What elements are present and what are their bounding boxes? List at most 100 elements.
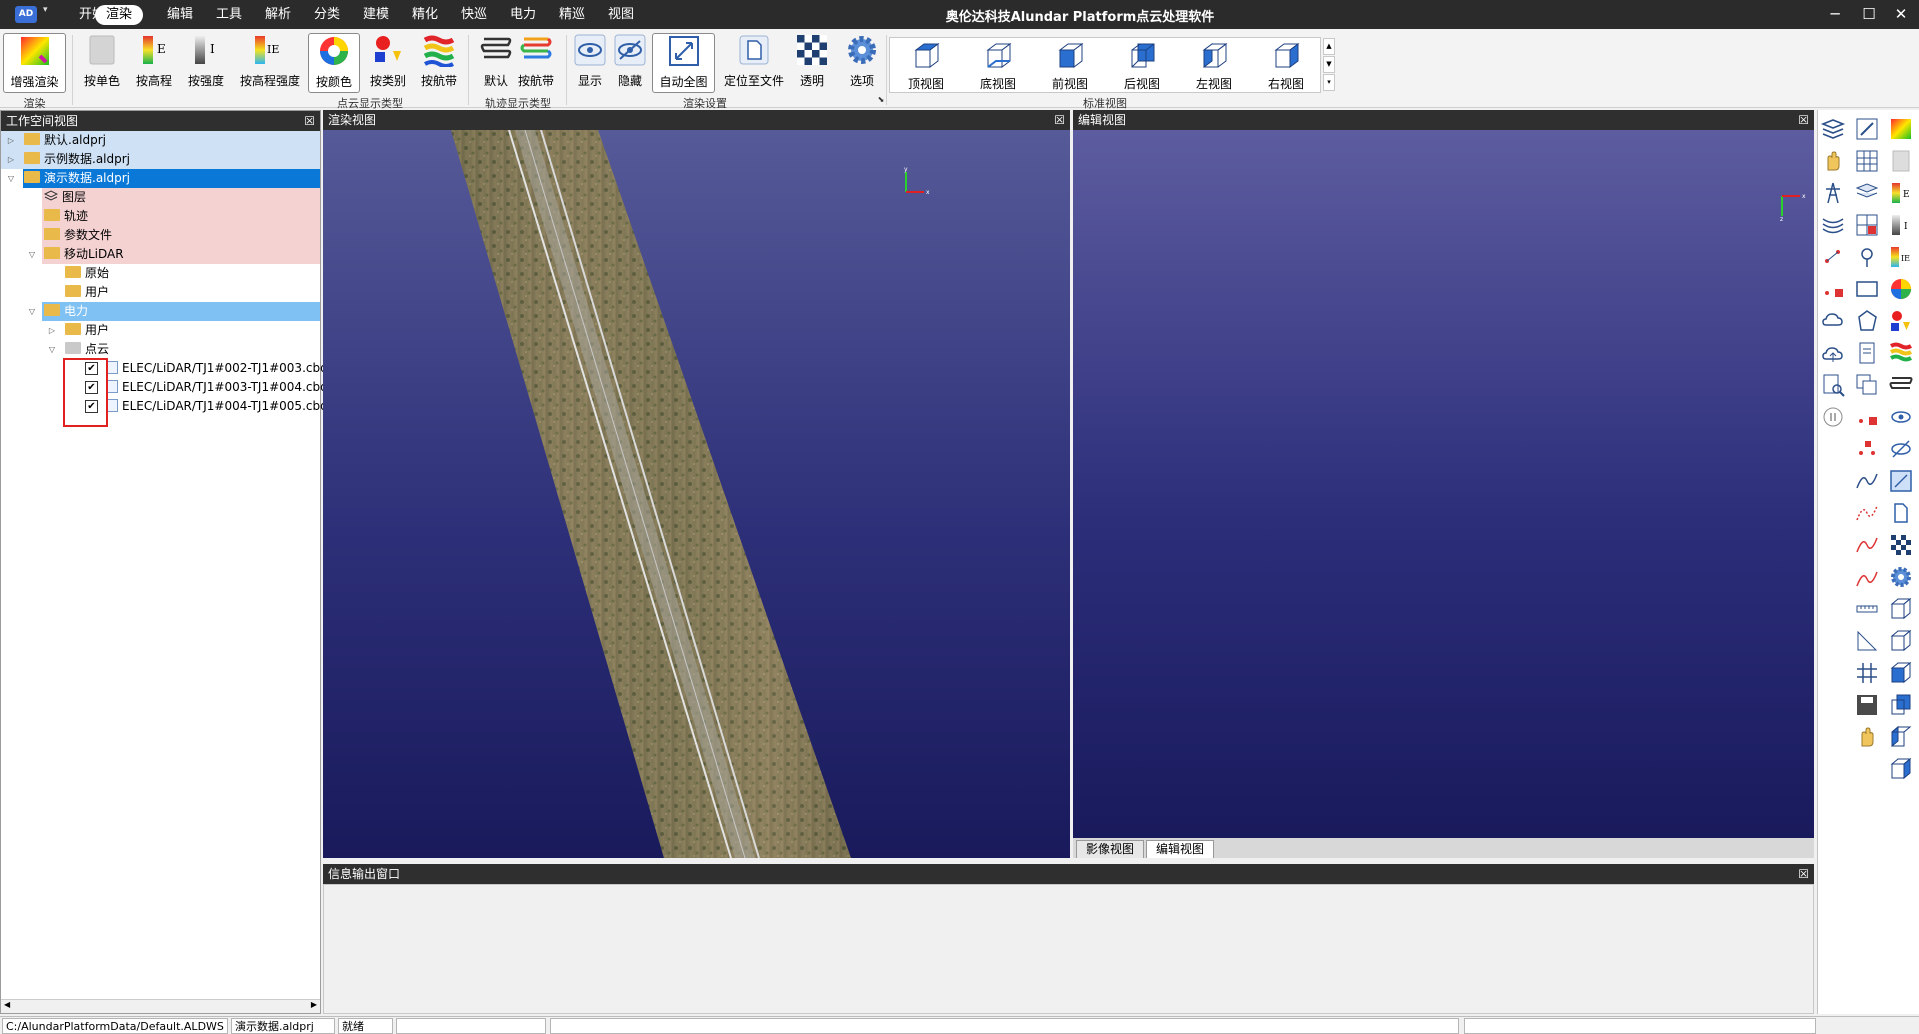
cube-bottom-icon[interactable]	[1888, 628, 1914, 654]
tree-item-file-3[interactable]: ✔ ELEC/LiDAR/TJ1#004-TJ1#005.cbd	[1, 397, 328, 416]
enhance-render-icon[interactable]	[1888, 116, 1914, 142]
scroll-right-icon[interactable]: ▶	[311, 1000, 317, 1009]
hand-icon[interactable]	[1854, 724, 1880, 750]
info-output-close-icon[interactable]: ☒	[1798, 864, 1809, 884]
close-icon[interactable]: ✕	[1889, 4, 1913, 24]
tree-item-file-1[interactable]: ✔ ELEC/LiDAR/TJ1#002-TJ1#003.cbd	[1, 359, 328, 378]
gallery-expand-icon[interactable]: ▾	[1323, 74, 1335, 91]
maximize-icon[interactable]: ☐	[1857, 4, 1881, 24]
tree-item-file-2[interactable]: ✔ ELEC/LiDAR/TJ1#003-TJ1#004.cbd	[1, 378, 328, 397]
tree-item-user[interactable]: 用户	[65, 283, 109, 302]
eye-hidden-icon[interactable]	[1888, 436, 1914, 462]
auto-full-view-button[interactable]: 自动全图	[652, 33, 715, 93]
gallery-scroll-up-icon[interactable]: ▲	[1323, 38, 1335, 55]
checkerboard-icon[interactable]	[1888, 532, 1914, 558]
menu-tab-tools[interactable]: 工具	[206, 5, 252, 25]
curve-fit-icon[interactable]	[1854, 564, 1880, 590]
cube-back-icon[interactable]	[1888, 692, 1914, 718]
point-delete-icon[interactable]	[1820, 276, 1846, 302]
gallery-scroll-down-icon[interactable]: ▼	[1323, 56, 1335, 73]
gear-icon[interactable]	[1888, 564, 1914, 590]
intensity-gradient-icon[interactable]: I	[1888, 212, 1914, 238]
by-color-button[interactable]: 按颜色	[308, 33, 360, 93]
render-3d-viewport[interactable]: y x	[323, 130, 1070, 858]
trajectory-default-icon[interactable]	[1888, 372, 1914, 398]
page-icon[interactable]	[1854, 340, 1880, 366]
menu-tab-classify[interactable]: 分类	[304, 5, 350, 25]
by-intensity-button[interactable]: I 按强度	[182, 33, 230, 93]
by-elevation-button[interactable]: E 按高程	[130, 33, 178, 93]
pin-icon[interactable]	[1854, 244, 1880, 270]
render-view-close-icon[interactable]: ☒	[1054, 110, 1065, 130]
locate-file-icon[interactable]	[1888, 500, 1914, 526]
tree-item-layers[interactable]: 图层	[42, 188, 320, 207]
app-logo-icon[interactable]: AD	[15, 6, 37, 23]
zoom-extent-icon[interactable]	[1888, 468, 1914, 494]
elevation-intensity-icon[interactable]: IE	[1888, 244, 1914, 270]
stack-icon[interactable]	[1854, 180, 1880, 206]
single-color-icon[interactable]	[1888, 148, 1914, 174]
cube-left-icon[interactable]	[1888, 724, 1914, 750]
tree-item-project-default[interactable]: ▷ 默认.aldprj	[1, 131, 320, 150]
by-class-button[interactable]: 按类别	[364, 33, 412, 93]
right-view-button[interactable]: 右视图	[1252, 41, 1320, 93]
top-view-button[interactable]: 顶视图	[892, 41, 960, 93]
by-elevation-intensity-button[interactable]: IE 按高程强度	[240, 33, 300, 93]
curve-edit-icon[interactable]	[1854, 532, 1880, 558]
tower-icon[interactable]	[1820, 180, 1846, 206]
quick-access-dropdown-icon[interactable]: ▾	[43, 5, 48, 15]
tree-item-raw[interactable]: 原始	[65, 264, 109, 283]
strip-waves-icon[interactable]	[1888, 340, 1914, 366]
menu-tab-quick-patrol[interactable]: 快巡	[451, 5, 497, 25]
eye-icon[interactable]	[1888, 404, 1914, 430]
curve-points-icon[interactable]	[1854, 500, 1880, 526]
menu-tab-power[interactable]: 电力	[500, 5, 546, 25]
transparent-button[interactable]: 透明	[790, 33, 834, 93]
trajectory-by-strip-button[interactable]: 按航带	[512, 33, 560, 93]
workspace-horizontal-scrollbar[interactable]: ◀ ▶	[1, 999, 320, 1013]
cloud-upload-icon[interactable]	[1820, 340, 1846, 366]
by-single-color-button[interactable]: 按单色	[78, 33, 126, 93]
info-output-body[interactable]	[323, 884, 1814, 1014]
edit-view-close-icon[interactable]: ☒	[1798, 110, 1809, 130]
cloud-icon[interactable]	[1820, 308, 1846, 334]
classification-icon[interactable]	[1888, 308, 1914, 334]
collapse-arrow-icon[interactable]: ▽	[27, 302, 37, 321]
tree-item-pointcloud[interactable]: ▽ 点云	[1, 340, 320, 359]
expand-arrow-icon[interactable]: ▷	[47, 321, 57, 340]
document-search-icon[interactable]	[1820, 372, 1846, 398]
left-view-button[interactable]: 左视图	[1180, 41, 1248, 93]
curve-icon[interactable]	[1854, 468, 1880, 494]
point-delete-icon[interactable]	[1854, 404, 1880, 430]
front-view-button[interactable]: 前视图	[1036, 41, 1104, 93]
show-button[interactable]: 显示	[570, 33, 610, 93]
tree-item-mobile-lidar[interactable]: ▽ 移动LiDAR	[1, 245, 320, 264]
pencil-edit-icon[interactable]	[1854, 116, 1880, 142]
pause-icon[interactable]	[1820, 404, 1846, 430]
expand-arrow-icon[interactable]: ▷	[6, 131, 16, 150]
menu-tab-view[interactable]: 视图	[598, 5, 644, 25]
options-button[interactable]: 选项	[840, 33, 884, 93]
menu-tab-edit[interactable]: 编辑	[157, 5, 203, 25]
layer-stack-icon[interactable]	[1820, 116, 1846, 142]
rectangle-select-icon[interactable]	[1854, 276, 1880, 302]
cube-right-icon[interactable]	[1888, 756, 1914, 782]
grid-select-icon[interactable]	[1854, 212, 1880, 238]
by-strip-button[interactable]: 按航带	[415, 33, 463, 93]
wires-icon[interactable]	[1820, 212, 1846, 238]
point-select-icon[interactable]	[1820, 244, 1846, 270]
menu-tab-refine[interactable]: 精化	[402, 5, 448, 25]
hash-grid-icon[interactable]	[1854, 660, 1880, 686]
tree-item-project-demo[interactable]: ▽ 演示数据.aldprj	[1, 169, 320, 188]
ruler-icon[interactable]	[1854, 596, 1880, 622]
color-wheel-icon[interactable]	[1888, 276, 1914, 302]
point-move-icon[interactable]	[1854, 436, 1880, 462]
hide-button[interactable]: 隐藏	[610, 33, 650, 93]
collapse-arrow-icon[interactable]: ▽	[6, 169, 16, 188]
angle-ruler-icon[interactable]	[1854, 628, 1880, 654]
tree-item-power-user[interactable]: ▷ 用户	[1, 321, 320, 340]
cube-front-icon[interactable]	[1888, 660, 1914, 686]
tree-item-param-files[interactable]: 参数文件	[42, 226, 320, 245]
workspace-close-icon[interactable]: ☒	[304, 111, 315, 131]
menu-tab-fine-patrol[interactable]: 精巡	[549, 5, 595, 25]
